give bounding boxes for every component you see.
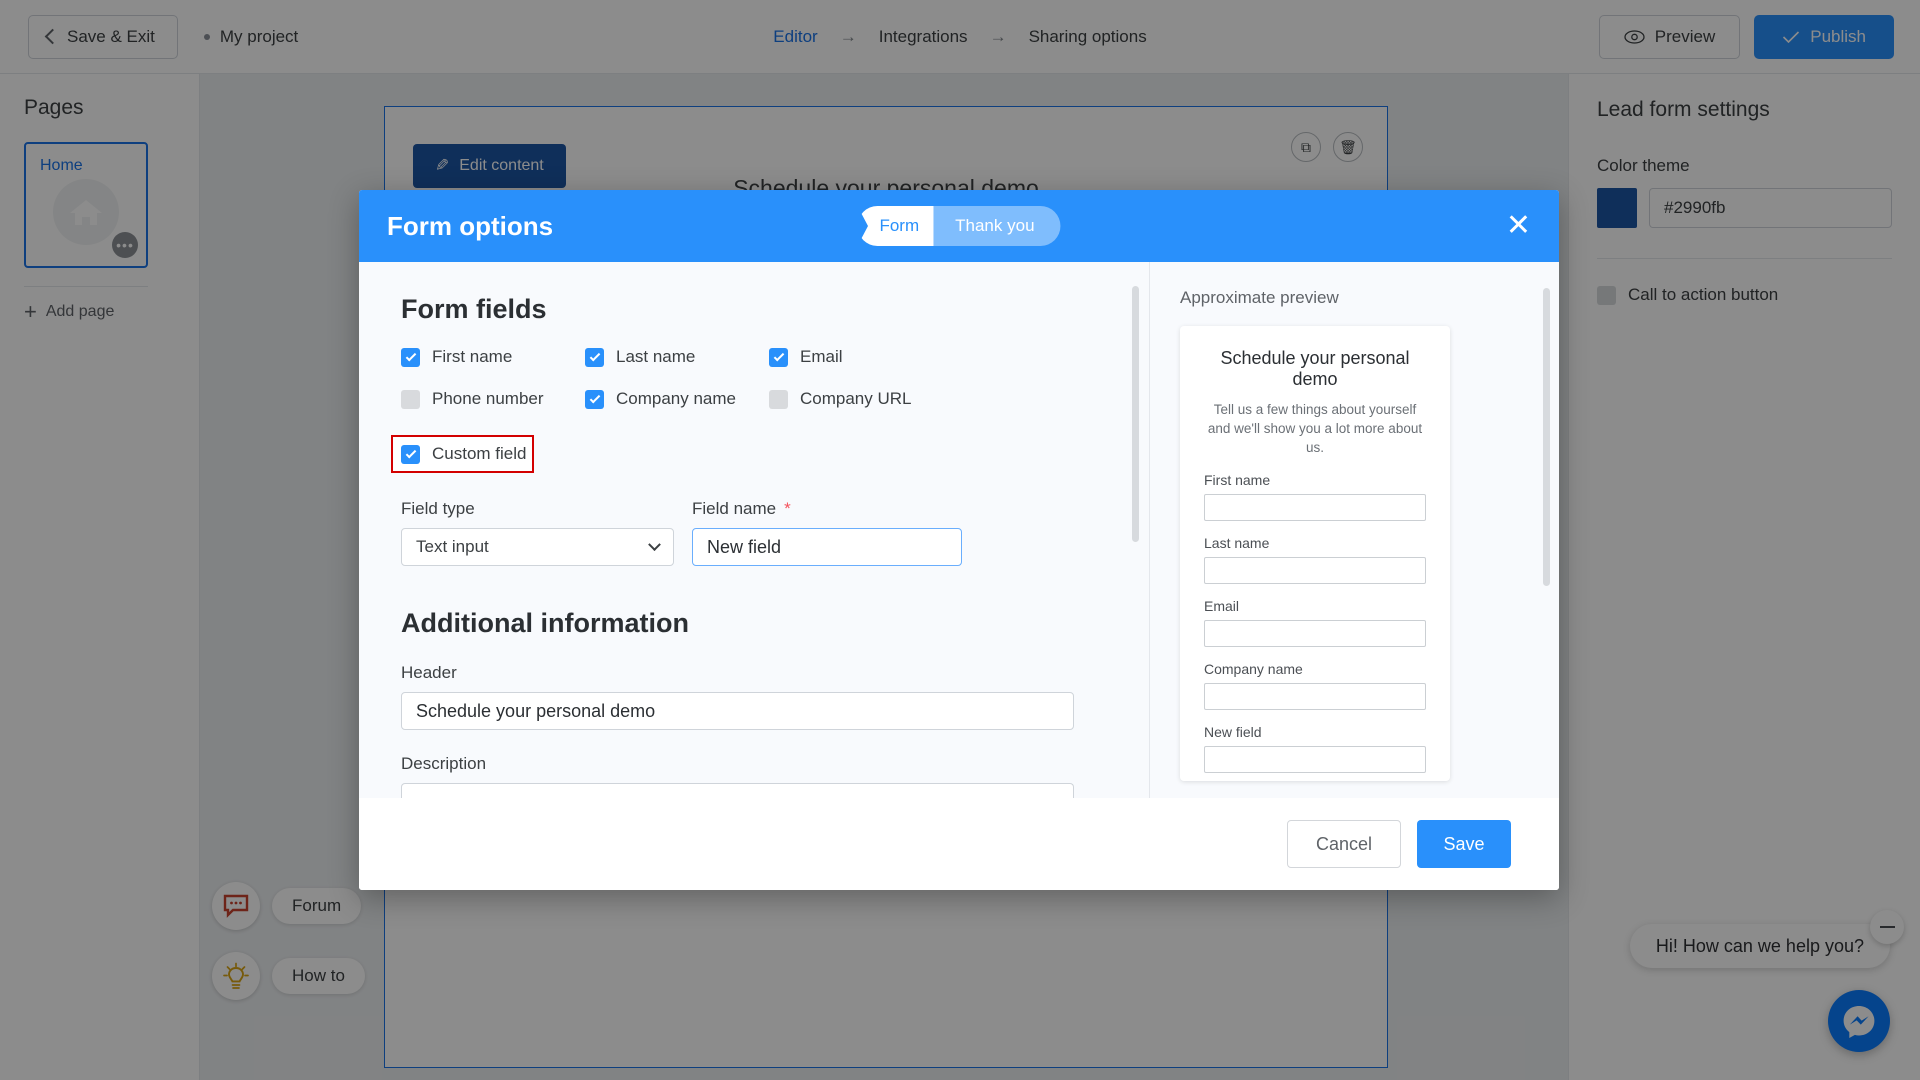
checkbox-label: Phone number [432, 389, 544, 408]
checkbox-box[interactable] [401, 347, 420, 367]
form-settings-pane: Form fields First name Last name Email P… [359, 262, 1149, 798]
checkbox-label: Custom field [432, 444, 527, 463]
preview-field-input[interactable] [1204, 682, 1426, 710]
modal-title: Form options [387, 210, 554, 241]
check-icon [405, 447, 416, 458]
header-input[interactable]: Schedule your personal demo [401, 692, 1074, 730]
checkbox-box[interactable] [585, 347, 604, 367]
preview-field-label: Company name [1204, 660, 1303, 677]
preview-form-card: Schedule your personal demo Tell us a fe… [1180, 326, 1450, 781]
header-label: Header [401, 663, 457, 682]
preview-field-label: New field [1204, 723, 1262, 740]
checkbox-company-url[interactable]: Company URL [769, 389, 953, 409]
preview-field-label: First name [1204, 471, 1271, 488]
field-name-label-wrap: Field name * [692, 499, 962, 519]
preview-field-last-name: Last name [1204, 535, 1426, 584]
form-fields-title: Form fields [401, 294, 547, 324]
save-button[interactable]: Save [1417, 820, 1511, 868]
preview-subtitle: Tell us a few things about yourself and … [1207, 402, 1423, 455]
close-icon[interactable]: ✕ [1506, 211, 1531, 241]
checkbox-phone-number[interactable]: Phone number [401, 389, 585, 409]
preview-field-label: Email [1204, 597, 1240, 614]
approximate-preview-label: Approximate preview [1180, 288, 1339, 307]
checkbox-company-name[interactable]: Company name [585, 389, 769, 409]
field-type-group: Field type Text input [401, 499, 674, 566]
preview-field-input[interactable] [1204, 493, 1426, 521]
field-type-select[interactable]: Text input [401, 528, 674, 566]
checkbox-first-name[interactable]: First name [401, 347, 585, 367]
checkbox-box[interactable] [401, 444, 420, 464]
checkbox-label: Company name [616, 389, 737, 408]
check-icon [773, 350, 784, 361]
checkbox-label: Last name [616, 347, 696, 366]
check-icon [405, 350, 416, 361]
checkbox-label: Company URL [800, 389, 912, 408]
description-label: Description [401, 754, 487, 773]
check-icon [589, 392, 600, 403]
field-type-label: Field type [401, 499, 475, 518]
preview-title: Schedule your personal demo [1220, 348, 1410, 389]
preview-pane-scrollbar[interactable] [1543, 288, 1550, 586]
modal-tabs: Form Thank you [857, 206, 1061, 246]
modal-header: Form options Form Thank you ✕ [359, 190, 1559, 262]
checkbox-email[interactable]: Email [769, 347, 953, 367]
checkbox-box[interactable] [401, 389, 420, 409]
required-asterisk: * [784, 499, 791, 518]
form-options-modal: Form options Form Thank you ✕ Form field… [359, 190, 1559, 890]
approximate-preview-pane: Approximate preview Schedule your person… [1149, 262, 1559, 798]
checkbox-custom-field[interactable]: Custom field [391, 435, 534, 473]
checkbox-last-name[interactable]: Last name [585, 347, 769, 367]
field-name-group: Field name * New field [692, 499, 962, 566]
preview-field-input[interactable] [1204, 556, 1426, 584]
preview-field-input[interactable] [1204, 745, 1426, 773]
field-type-value: Text input [416, 537, 489, 556]
preview-field-first-name: First name [1204, 472, 1426, 521]
checkbox-box[interactable] [769, 347, 788, 367]
checkbox-box[interactable] [585, 389, 604, 409]
custom-field-config-row: Field type Text input Field name * New f… [401, 499, 1101, 566]
checkbox-box[interactable] [769, 389, 788, 409]
preview-field-input[interactable] [1204, 619, 1426, 647]
preview-field-new-field: New field [1204, 724, 1426, 773]
form-fields-checkbox-grid: First name Last name Email Phone number [391, 347, 1101, 473]
cancel-button[interactable]: Cancel [1287, 820, 1401, 868]
description-input[interactable] [401, 783, 1074, 798]
form-pane-scrollbar[interactable] [1132, 286, 1139, 542]
tab-form[interactable]: Form [857, 206, 946, 246]
modal-footer: Cancel Save [359, 798, 1559, 890]
check-icon [589, 350, 600, 361]
tab-thank-you[interactable]: Thank you [933, 206, 1061, 246]
field-name-label: Field name [692, 499, 777, 518]
preview-field-email: Email [1204, 598, 1426, 647]
additional-information-title: Additional information [401, 608, 689, 638]
preview-field-company-name: Company name [1204, 661, 1426, 710]
modal-body: Form fields First name Last name Email P… [359, 262, 1559, 798]
checkbox-label: First name [432, 347, 513, 366]
checkbox-label: Email [800, 347, 843, 366]
field-name-input[interactable]: New field [692, 528, 962, 566]
preview-field-label: Last name [1204, 534, 1270, 551]
chevron-down-icon [648, 537, 661, 551]
